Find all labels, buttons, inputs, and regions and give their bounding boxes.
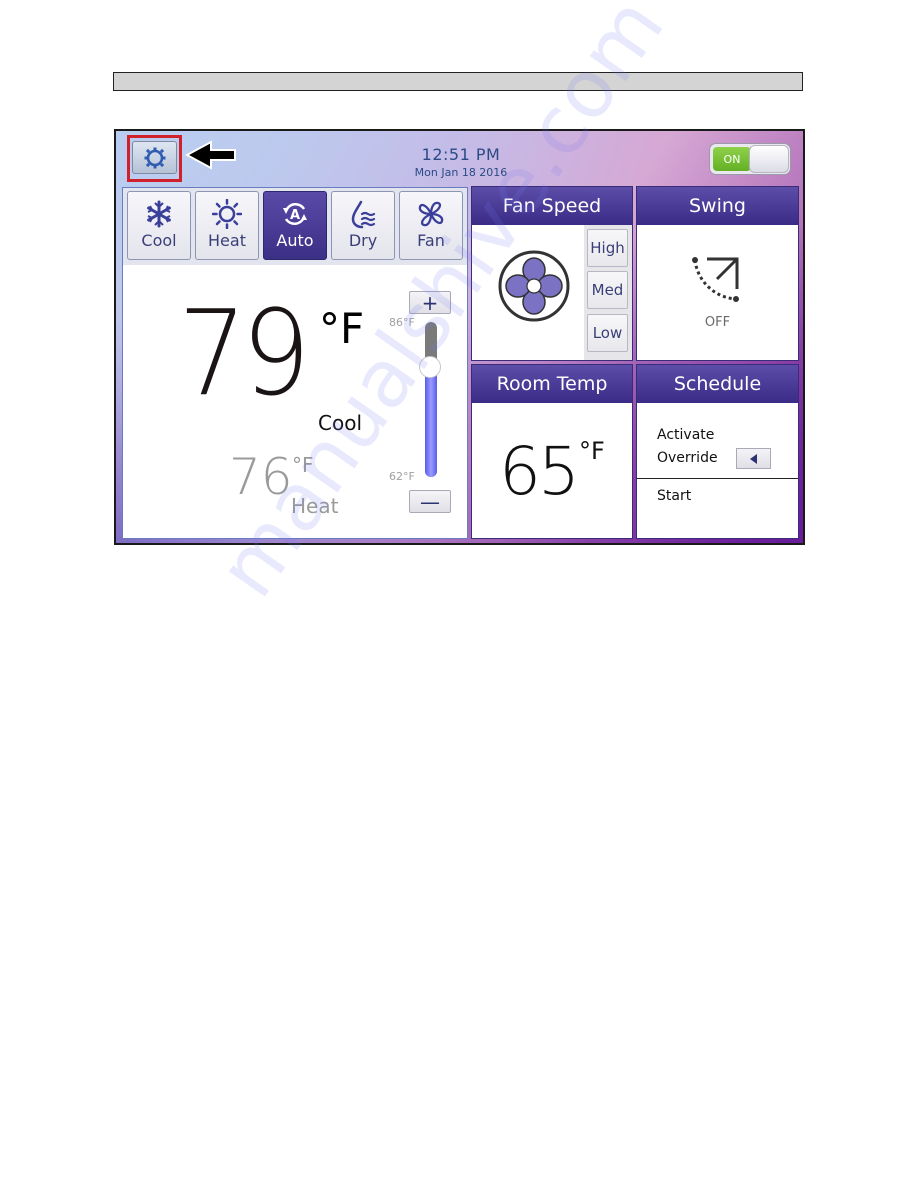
schedule-card: Schedule Activate Override Start <box>636 364 799 539</box>
decrease-temp-button[interactable]: — <box>409 490 451 514</box>
fan-speed-icon[interactable] <box>497 249 571 323</box>
fan-speed-card: Fan Speed High Med Low <box>471 186 633 361</box>
mode-button-dry[interactable]: Dry <box>331 191 395 260</box>
mode-button-fan[interactable]: Fan <box>399 191 463 260</box>
mode-label-dry: Dry <box>348 231 378 250</box>
fan-speed-high-button[interactable]: High <box>587 229 628 267</box>
svg-text:A: A <box>290 208 300 223</box>
clock: 12:51 PM Mon Jan 18 2016 <box>376 145 546 179</box>
schedule-override-label: Override <box>657 450 718 466</box>
setpoint-secondary-value: 76 <box>229 448 293 506</box>
setpoint-panel: Cool Heat A Auto Dry Fan 79 °F Cool 76 °… <box>122 187 468 539</box>
schedule-title: Schedule <box>637 365 798 403</box>
mode-label-cool: Cool <box>141 231 177 250</box>
temp-slider-track[interactable] <box>425 322 437 477</box>
temp-slider-fill <box>425 367 437 477</box>
mode-label-heat: Heat <box>208 231 246 250</box>
schedule-start-label[interactable]: Start <box>657 488 691 504</box>
power-on-label: ON <box>713 147 751 171</box>
auto-cycle-icon: A <box>283 202 307 226</box>
swing-title: Swing <box>637 187 798 225</box>
mode-label-fan: Fan <box>417 231 445 250</box>
room-temp-value: 65 <box>499 433 580 510</box>
power-toggle-knob <box>749 145 789 173</box>
mode-button-cool[interactable]: Cool <box>127 191 191 260</box>
setpoint-secondary-mode: Heat <box>291 494 339 518</box>
swing-card[interactable]: Swing OFF <box>636 186 799 361</box>
scale-min-label: 62°F <box>389 470 415 483</box>
override-toggle-button[interactable] <box>736 448 771 469</box>
clock-time: 12:51 PM <box>421 145 501 164</box>
sun-icon <box>212 199 242 229</box>
water-drop-icon <box>351 200 376 229</box>
setpoint-primary-value: 79 <box>178 284 311 422</box>
mode-label-auto: Auto <box>276 231 314 250</box>
power-toggle[interactable]: ON <box>709 143 791 175</box>
swing-status: OFF <box>704 315 731 330</box>
settings-button[interactable] <box>132 141 177 174</box>
fan-speed-options: High Med Low <box>584 225 632 360</box>
mode-button-auto[interactable]: A Auto <box>263 191 327 260</box>
schedule-divider <box>637 478 798 479</box>
fan-speed-title: Fan Speed <box>472 187 632 225</box>
temp-slider-knob[interactable] <box>419 356 441 379</box>
room-temp-title: Room Temp <box>472 365 632 403</box>
setpoint-primary-mode: Cool <box>318 411 362 435</box>
thermostat-screen: 12:51 PM Mon Jan 18 2016 ON Cool Heat A … <box>114 129 805 545</box>
setpoint-secondary-unit: °F <box>292 453 314 477</box>
fan-speed-med-button[interactable]: Med <box>587 271 628 309</box>
arrow-left-icon <box>185 140 236 170</box>
room-temp-unit: °F <box>579 437 605 465</box>
scale-max-label: 86°F <box>389 316 415 329</box>
document-header-bar <box>113 72 803 91</box>
gear-icon <box>144 147 165 168</box>
triangle-left-icon <box>749 453 757 464</box>
swing-icon <box>692 257 739 302</box>
room-temp-card: Room Temp 65 °F <box>471 364 633 539</box>
setpoint-primary-unit: °F <box>319 304 365 353</box>
clock-date: Mon Jan 18 2016 <box>414 166 508 179</box>
snowflake-icon <box>147 200 171 228</box>
increase-temp-button[interactable]: + <box>409 291 451 315</box>
mode-button-heat[interactable]: Heat <box>195 191 259 260</box>
fan-speed-low-button[interactable]: Low <box>587 314 628 352</box>
fan-icon <box>418 201 444 227</box>
mode-selector: Cool Heat A Auto Dry Fan <box>123 188 467 265</box>
schedule-activate-label: Activate <box>657 427 715 443</box>
